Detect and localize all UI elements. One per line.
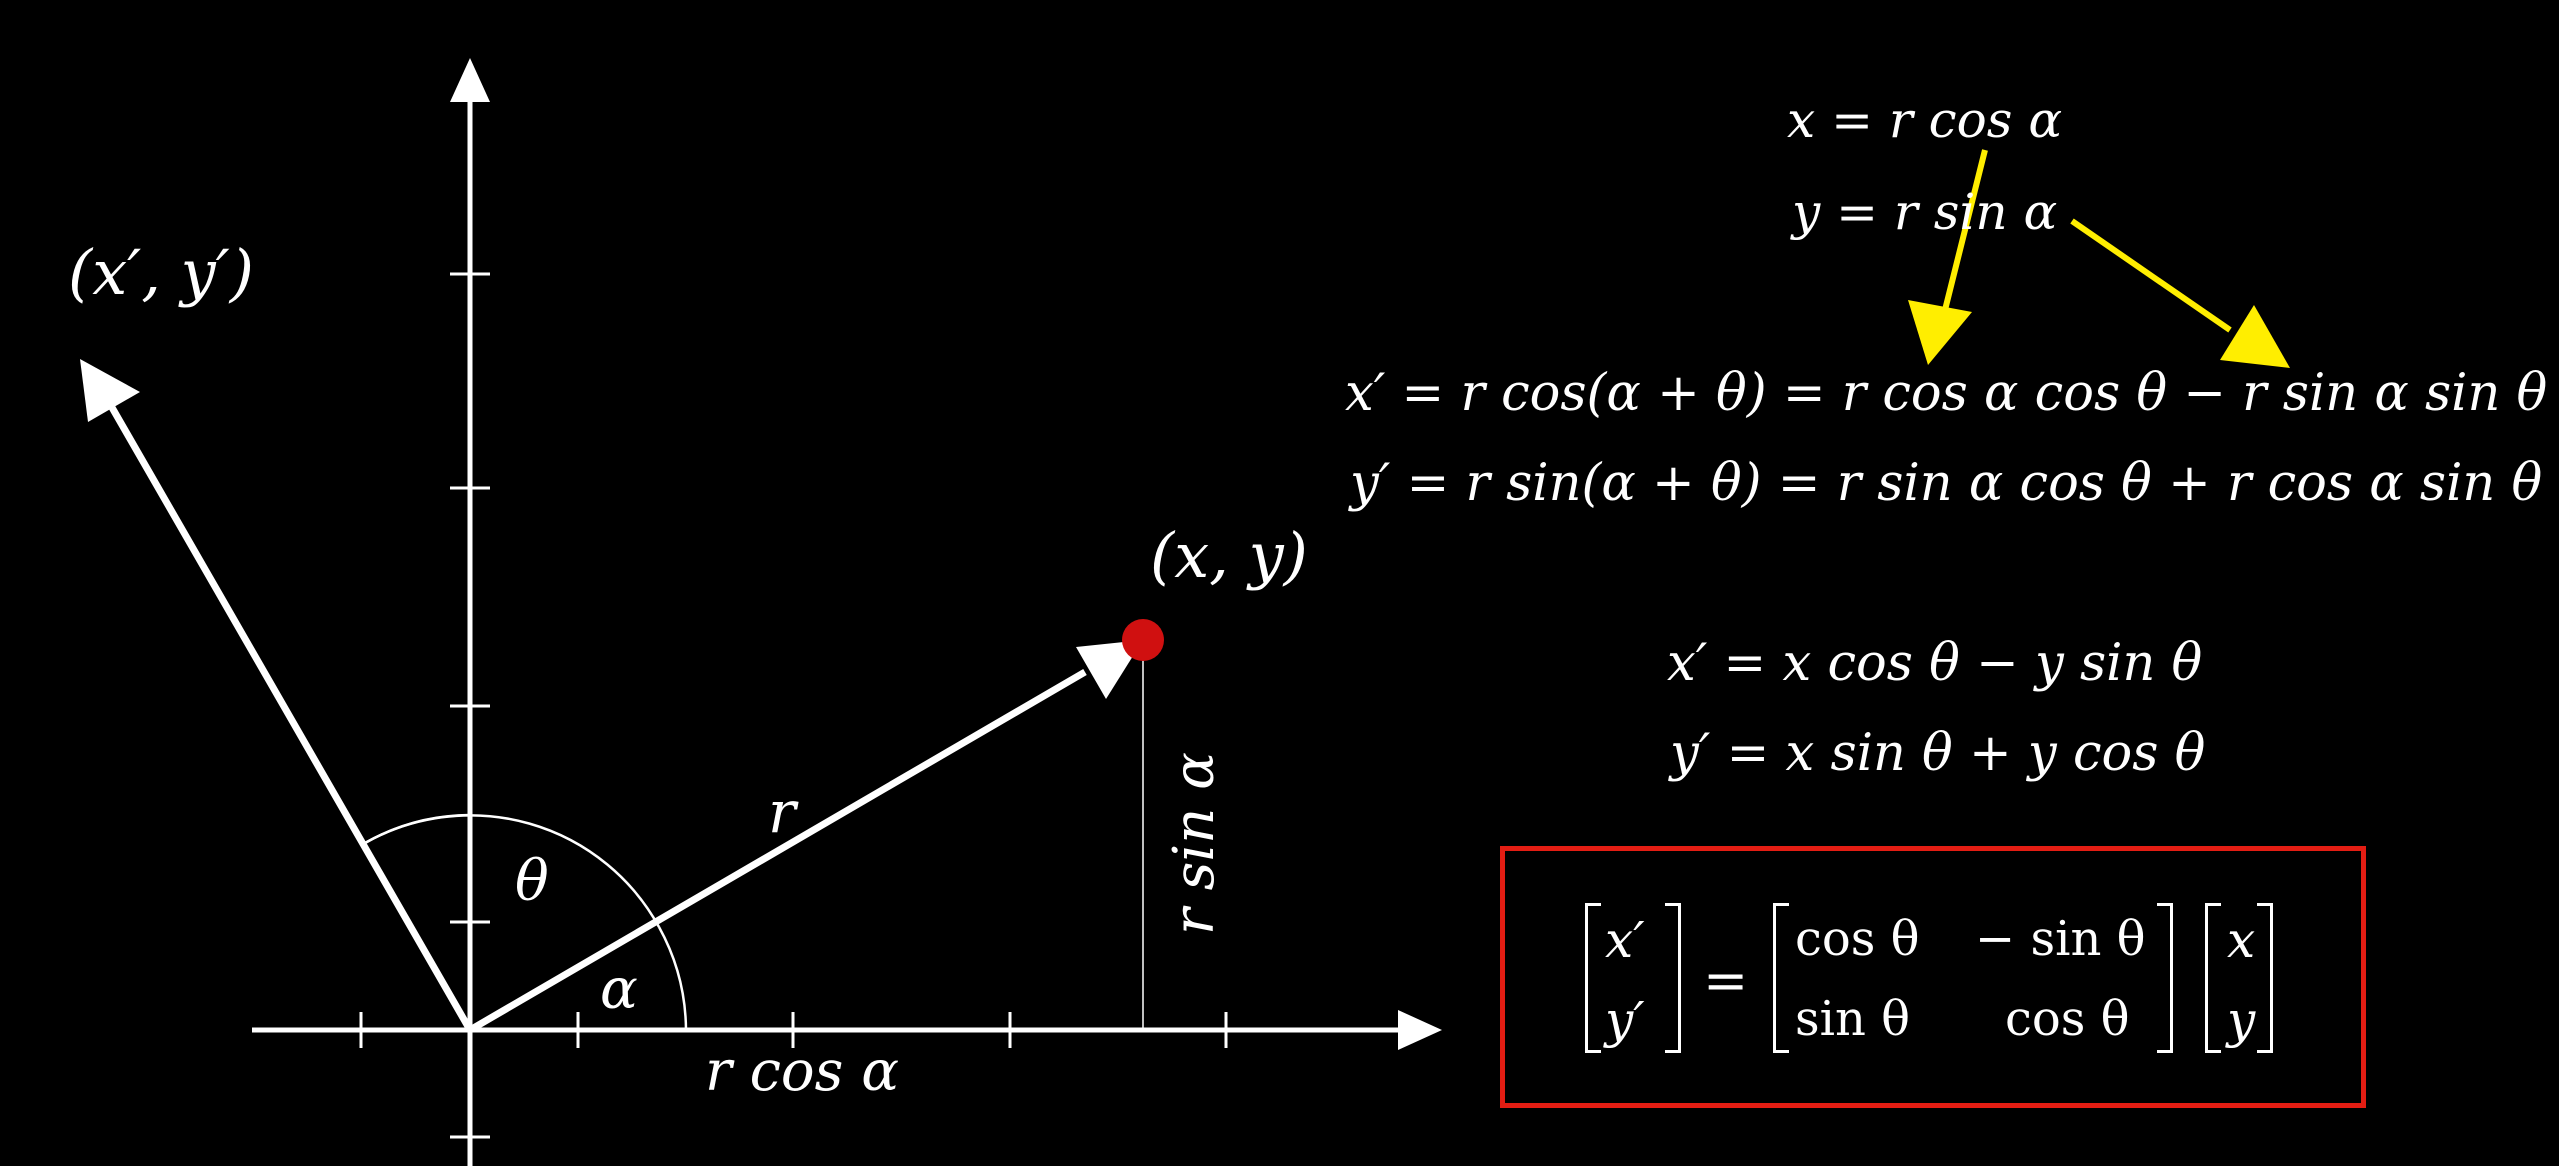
lhs-y-prime: y′ [1605,991,1645,1049]
y-prime-expansion: y′ = r sin(α + θ) = r sin α cos θ + r co… [1350,454,2543,513]
x-prime-simplified: x′ = x cos θ − y sin θ [1667,634,2203,693]
y-prime-simplified: y′ = x sin θ + y cos θ [1670,724,2206,783]
rotation-bracket-left [1773,903,1789,1053]
x-definition: x = r cos α [1787,91,2063,149]
y-definition: y = r sin α [1792,183,2058,241]
alpha-arc [657,926,688,1031]
theta-label: θ [515,849,549,914]
matrix-equation-box: x′ y′ = cos θ − sin θ sin θ cos θ x y [1500,846,2366,1108]
rotation-cell-11: cos θ [1795,911,1920,967]
rotated-vector [80,359,474,1032]
rhs-bracket-left [2205,903,2221,1053]
rotation-cell-21: sin θ [1795,991,1911,1047]
matrix-equals: = [1703,949,1749,1012]
lhs-bracket-right [1665,903,1681,1053]
rotated-point-label: (x′, y′) [68,236,254,309]
rhs-y: y [2227,991,2256,1049]
rhs-x: x [2227,911,2256,969]
r-label: r [768,778,799,846]
rotation-bracket-right [2157,903,2173,1053]
theta-arc [364,814,661,928]
alpha-label: α [600,957,638,1022]
point-xy [1122,619,1164,661]
x-prime-expansion: x′ = r cos(α + θ) = r cos α cos θ − r si… [1345,364,2548,423]
rotation-cell-12: − sin θ [1975,911,2146,967]
point-label: (x, y) [1150,519,1308,592]
r-sin-alpha-label: r sin α [1162,752,1227,935]
vector-r [468,640,1143,1034]
rotation-cell-22: cos θ [2005,991,2130,1047]
rhs-bracket-right [2257,903,2273,1053]
lhs-x-prime: x′ [1605,911,1645,969]
r-cos-alpha-label: r cos α [705,1039,899,1104]
lhs-bracket-left [1585,903,1601,1053]
